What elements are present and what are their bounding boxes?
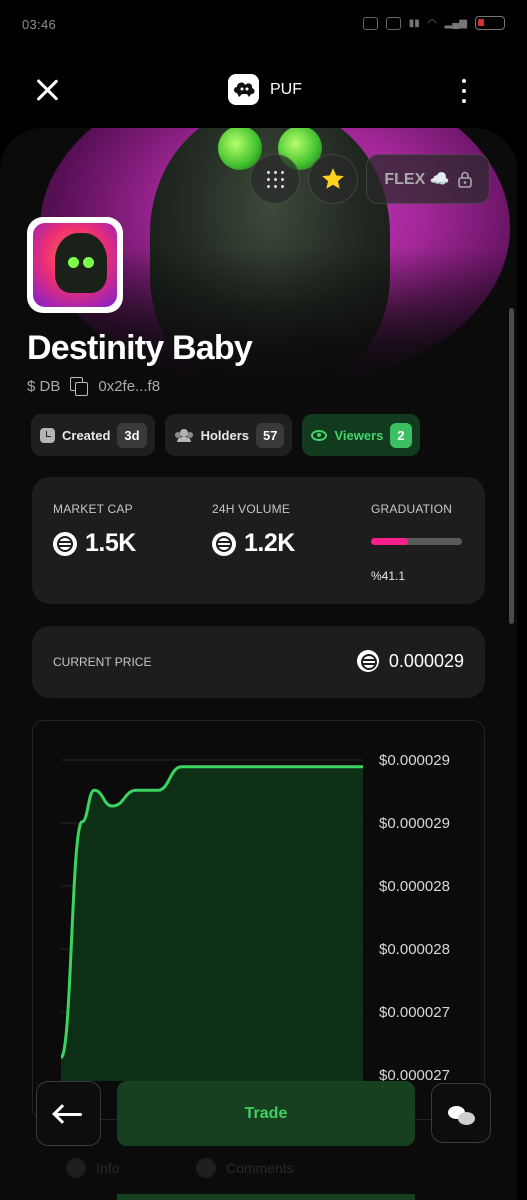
graduation-progress-fill — [371, 538, 409, 545]
chart-area-fill — [61, 766, 363, 1081]
back-button[interactable] — [36, 1081, 101, 1146]
graduation-percent: %41.1 — [371, 569, 406, 583]
token-avatar — [27, 217, 123, 313]
flex-button[interactable]: FLEX ☁️ — [366, 154, 490, 204]
chat-button[interactable] — [431, 1083, 491, 1143]
top-bar: PUF — [0, 52, 527, 128]
signal-icon: ▂▄▆ — [444, 17, 467, 29]
more-options-icon[interactable] — [457, 79, 471, 103]
back-arrow-icon — [56, 1113, 82, 1116]
market-cap-value: 1.5K — [85, 529, 136, 557]
token-ticker: $ DB — [27, 377, 61, 395]
coin-icon — [53, 531, 77, 556]
graduation-stat: GRADUATION %41.1 — [371, 502, 462, 583]
coin-icon — [356, 650, 379, 672]
info-icon — [66, 1158, 86, 1178]
market-cap-label: MARKET CAP — [53, 502, 133, 516]
graduation-progress-bar — [371, 538, 462, 545]
viewers-value: 2 — [390, 422, 412, 448]
headphones-icon — [385, 16, 401, 30]
volume-value: 1.2K — [244, 529, 295, 557]
ticker-row: $ DB 0x2fe...f8 — [27, 377, 160, 396]
status-time: 03:46 — [22, 17, 57, 32]
app-logo-icon — [228, 74, 259, 105]
trade-button[interactable]: Trade — [117, 1081, 415, 1146]
app-name: PUF — [270, 80, 302, 98]
chart-y-tick-label: $0.000029 — [379, 752, 450, 769]
token-address[interactable]: 0x2fe...f8 — [98, 378, 160, 395]
scrollbar[interactable] — [509, 308, 514, 624]
token-name: Destinity Baby — [27, 329, 253, 367]
price-chart-svg: $0.000029 $0.000029 $0.000028 $0.000028 $0.0… — [59, 752, 450, 1084]
favorite-button[interactable] — [308, 154, 358, 204]
token-pills: Created 3d Holders 57 Viewers 2 — [31, 414, 420, 456]
chart-y-tick-label: $0.000027 — [379, 1004, 450, 1021]
created-value: 3d — [117, 422, 147, 448]
tab-comments-label: Comments — [226, 1160, 294, 1176]
do-not-disturb-icon — [362, 16, 378, 30]
wifi-icon: ◠ — [427, 17, 437, 29]
star-icon — [322, 168, 344, 189]
coin-icon — [212, 531, 236, 556]
status-bar: 03:46 ▮▮ ◠ ▂▄▆ — [0, 0, 527, 52]
tab-comments[interactable]: Comments — [196, 1158, 294, 1178]
chart-y-tick-label: $0.000029 — [379, 815, 450, 832]
users-icon — [174, 428, 194, 442]
created-pill: Created 3d — [31, 414, 155, 456]
chart-y-tick-label: $0.000028 — [379, 941, 450, 958]
network-icon: ▮▮ — [408, 17, 420, 29]
eye-icon — [311, 429, 328, 441]
market-cap-stat: MARKET CAP 1.5K — [53, 502, 136, 558]
volume-label: 24H VOLUME — [212, 502, 291, 516]
close-icon[interactable] — [33, 76, 61, 104]
stats-card: MARKET CAP 1.5K 24H VOLUME 1.2K GRADUATI… — [32, 477, 485, 604]
tab-info-label: Info — [96, 1160, 120, 1176]
bottom-tabs: Info Comments — [0, 1150, 517, 1200]
holders-label: Holders — [200, 427, 249, 443]
graduation-label: GRADUATION — [371, 502, 453, 516]
comments-icon — [196, 1158, 216, 1178]
price-card: CURRENT PRICE 0.000029 — [32, 626, 485, 698]
holders-value: 57 — [256, 422, 285, 448]
chart-y-tick-label: $0.000028 — [379, 878, 450, 895]
current-price-value: 0.000029 — [388, 650, 464, 671]
viewers-label: Viewers — [334, 427, 384, 443]
price-chart[interactable]: $0.000029 $0.000029 $0.000028 $0.000028 $0.0… — [32, 720, 485, 1120]
volume-stat: 24H VOLUME 1.2K — [212, 502, 295, 558]
created-label: Created — [62, 427, 111, 443]
holders-pill[interactable]: Holders 57 — [164, 414, 293, 456]
copy-icon[interactable] — [70, 377, 89, 396]
apps-grid-button[interactable] — [250, 154, 300, 204]
clock-icon — [40, 427, 55, 443]
battery-icon — [475, 16, 505, 30]
viewers-pill[interactable]: Viewers 2 — [302, 414, 420, 456]
lock-icon — [457, 171, 472, 188]
grid-dots-icon — [266, 170, 284, 188]
token-sheet: FLEX ☁️ Destinity Baby $ DB 0x2fe...f8 C… — [0, 128, 517, 1200]
tab-info[interactable]: Info — [66, 1158, 119, 1178]
action-bar: Trade — [0, 1078, 527, 1150]
status-icons: ▮▮ ◠ ▂▄▆ — [362, 16, 505, 30]
flex-label: FLEX ☁️ — [384, 171, 450, 188]
app-identity: PUF — [228, 74, 302, 105]
current-price-label: CURRENT PRICE — [53, 655, 152, 669]
